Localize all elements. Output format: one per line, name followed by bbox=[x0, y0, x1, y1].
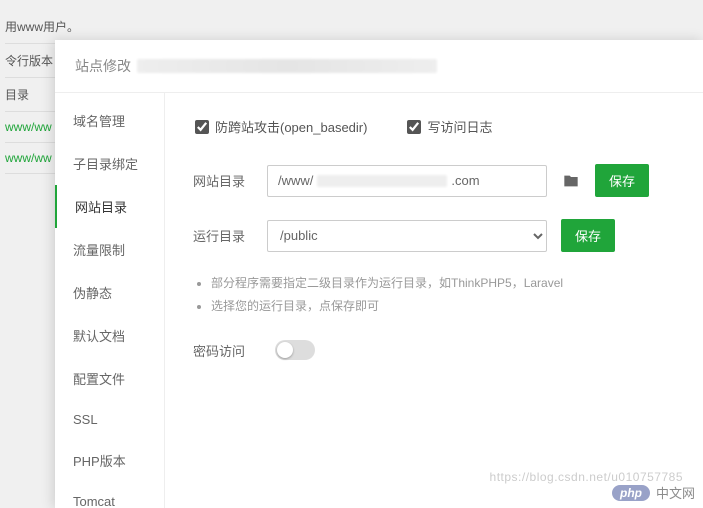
modal-body: 域名管理 子目录绑定 网站目录 流量限制 伪静态 默认文档 配置文件 SSL P… bbox=[55, 93, 703, 508]
site-dir-suffix: .com bbox=[451, 173, 479, 188]
run-dir-select[interactable]: /public bbox=[267, 220, 547, 252]
open-basedir-label: 防跨站攻击(open_basedir) bbox=[215, 117, 367, 136]
tip-item: 选择您的运行目录，点保存即可 bbox=[211, 297, 675, 314]
password-access-toggle[interactable] bbox=[275, 340, 315, 360]
bg-text: 用www用户。 bbox=[5, 10, 698, 44]
sidebar-item-default-doc[interactable]: 默认文档 bbox=[55, 314, 164, 357]
sidebar-item-php[interactable]: PHP版本 bbox=[55, 439, 164, 482]
sidebar-item-config[interactable]: 配置文件 bbox=[55, 357, 164, 400]
access-log-checkbox[interactable]: 写访问日志 bbox=[407, 117, 492, 136]
php-watermark: php 中文网 bbox=[612, 483, 695, 502]
blurred-path bbox=[317, 175, 447, 187]
access-log-label: 写访问日志 bbox=[427, 117, 492, 136]
save-site-dir-button[interactable]: 保存 bbox=[595, 164, 649, 197]
site-edit-modal: 站点修改 域名管理 子目录绑定 网站目录 流量限制 伪静态 默认文档 配置文件 … bbox=[55, 40, 703, 508]
password-access-label: 密码访问 bbox=[193, 341, 245, 360]
sidebar-item-domain[interactable]: 域名管理 bbox=[55, 99, 164, 142]
blog-watermark: https://blog.csdn.net/u010757785 bbox=[490, 470, 683, 484]
sidebar-item-ssl[interactable]: SSL bbox=[55, 400, 164, 439]
folder-icon[interactable] bbox=[561, 173, 581, 189]
modal-header: 站点修改 bbox=[55, 40, 703, 93]
content-panel: 防跨站攻击(open_basedir) 写访问日志 网站目录 /www/ .co… bbox=[165, 93, 703, 508]
sidebar-item-sitedir[interactable]: 网站目录 bbox=[55, 185, 164, 228]
open-basedir-checkbox[interactable]: 防跨站攻击(open_basedir) bbox=[195, 117, 367, 136]
tip-item: 部分程序需要指定二级目录作为运行目录，如ThinkPHP5，Laravel bbox=[211, 274, 675, 291]
sidebar: 域名管理 子目录绑定 网站目录 流量限制 伪静态 默认文档 配置文件 SSL P… bbox=[55, 93, 165, 508]
open-basedir-input[interactable] bbox=[195, 120, 209, 134]
access-log-input[interactable] bbox=[407, 120, 421, 134]
tips-list: 部分程序需要指定二级目录作为运行目录，如ThinkPHP5，Laravel 选择… bbox=[193, 274, 675, 314]
php-badge-icon: php bbox=[612, 485, 650, 501]
site-dir-input[interactable]: /www/ .com bbox=[267, 165, 547, 197]
run-dir-label: 运行目录 bbox=[193, 226, 253, 245]
sidebar-item-rewrite[interactable]: 伪静态 bbox=[55, 271, 164, 314]
site-dir-prefix: /www/ bbox=[278, 173, 313, 188]
blurred-title-part bbox=[137, 59, 437, 73]
sidebar-item-tomcat[interactable]: Tomcat bbox=[55, 482, 164, 508]
site-dir-row: 网站目录 /www/ .com 保存 bbox=[193, 164, 675, 197]
password-access-row: 密码访问 bbox=[193, 340, 675, 360]
modal-title: 站点修改 bbox=[75, 56, 131, 76]
run-dir-row: 运行目录 /public 保存 bbox=[193, 219, 675, 252]
site-dir-label: 网站目录 bbox=[193, 171, 253, 190]
sidebar-item-subdir[interactable]: 子目录绑定 bbox=[55, 142, 164, 185]
watermark-text: 中文网 bbox=[656, 483, 695, 502]
save-run-dir-button[interactable]: 保存 bbox=[561, 219, 615, 252]
sidebar-item-traffic[interactable]: 流量限制 bbox=[55, 228, 164, 271]
checkbox-row: 防跨站攻击(open_basedir) 写访问日志 bbox=[193, 117, 675, 136]
